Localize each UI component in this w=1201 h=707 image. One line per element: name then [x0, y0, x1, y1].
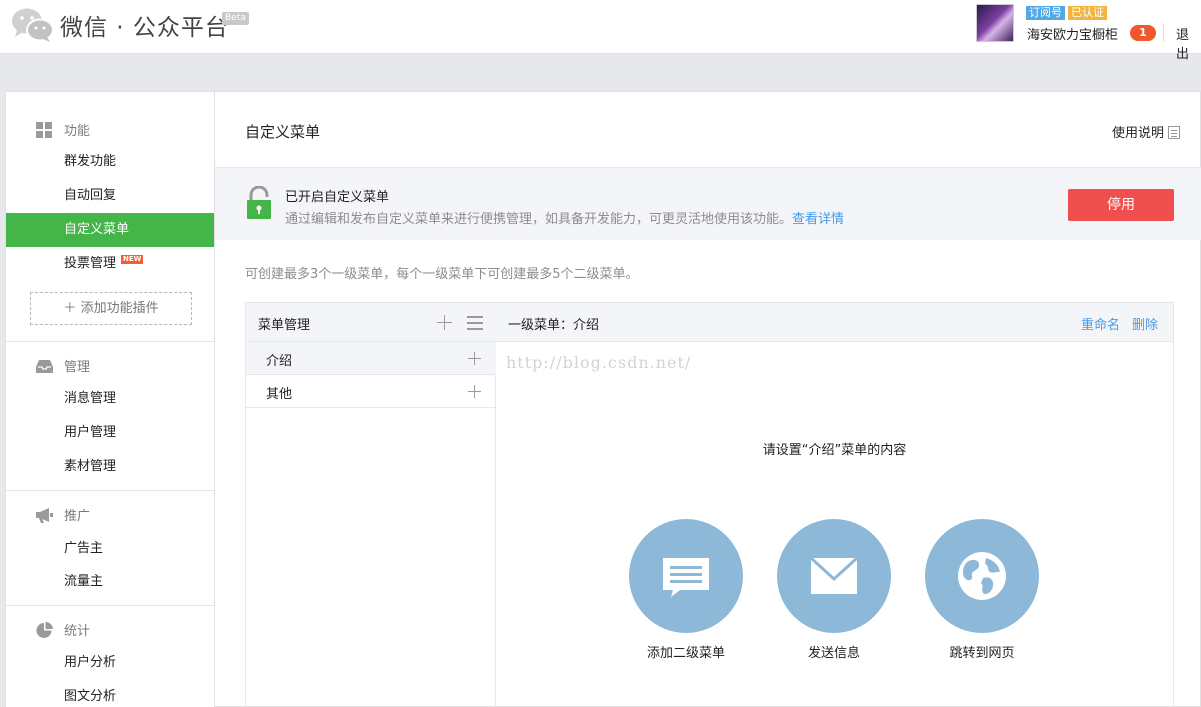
sidebar-item-article-analysis[interactable]: 图文分析	[6, 680, 214, 707]
sidebar-item-label: 群发功能	[64, 154, 117, 169]
view-details-link[interactable]: 查看详情	[792, 212, 844, 227]
sidebar-group-title: 统计	[64, 624, 91, 639]
sidebar-item-auto-reply[interactable]: 自动回复	[6, 179, 214, 213]
verified-tag: 已认证	[1068, 6, 1107, 20]
sidebar-group-title: 管理	[64, 360, 91, 375]
menu-tree-header: 菜单管理	[246, 303, 496, 342]
avatar[interactable]	[976, 4, 1014, 42]
menu-editor: 菜单管理 介绍 其他 一级菜单：介绍 重命名 删除 http://blog.cs…	[245, 302, 1174, 707]
sidebar-item-broadcast[interactable]: 群发功能	[6, 145, 214, 179]
inbox-icon	[36, 360, 53, 373]
beta-badge: Beta	[222, 12, 249, 25]
open-webpage-action[interactable]: 跳转到网页	[924, 519, 1040, 661]
watermark: http://blog.csdn.net/	[506, 353, 692, 372]
notice-description: 通过编辑和发布自定义菜单来进行便携管理，如具备开发能力，可更灵活地使用该功能。查…	[285, 208, 844, 227]
notification-badge[interactable]: 1	[1130, 25, 1156, 41]
pie-chart-icon	[36, 622, 53, 638]
logout-link[interactable]: 退出	[1176, 24, 1201, 62]
action-label: 添加二级菜单	[646, 646, 725, 661]
globe-icon	[958, 552, 1006, 600]
send-message-action[interactable]: 发送信息	[776, 519, 892, 661]
notice-title: 已开启自定义菜单	[285, 190, 390, 205]
page-title: 自定义菜单	[245, 123, 321, 141]
sidebar-item-label: 用户管理	[64, 425, 117, 440]
menu-detail-title: 一级菜单：介绍	[508, 318, 600, 333]
menu-content-prompt: 请设置“介绍”菜单的内容	[762, 443, 907, 458]
action-label: 发送信息	[807, 646, 860, 661]
add-plugin-button[interactable]: ＋ 添加功能插件	[30, 292, 192, 325]
rename-link[interactable]: 重命名	[1081, 314, 1120, 333]
add-submenu-icon[interactable]	[468, 385, 481, 398]
platform-title: 微信 · 公众平台	[60, 15, 229, 41]
menu-detail-header: 一级菜单：介绍 重命名 删除	[496, 303, 1173, 342]
menu-item-other[interactable]: 其他	[246, 375, 496, 408]
add-plugin-label: 添加功能插件	[80, 301, 159, 316]
menu-detail: 一级菜单：介绍 重命名 删除 http://blog.csdn.net/ 请设置…	[496, 303, 1173, 707]
add-submenu-action[interactable]: 添加二级菜单	[628, 519, 744, 661]
sort-menu-icon[interactable]	[467, 316, 483, 330]
sidebar-item-label: 用户分析	[64, 655, 117, 670]
sidebar-divider	[6, 605, 214, 606]
document-icon	[1168, 126, 1180, 139]
sidebar-item-messages[interactable]: 消息管理	[6, 382, 214, 416]
add-menu-icon[interactable]	[437, 315, 452, 330]
menu-item-label: 其他	[266, 387, 293, 402]
menu-tree: 菜单管理 介绍 其他	[246, 303, 496, 707]
account-name[interactable]: 海安欧力宝橱柜	[1027, 24, 1118, 43]
sidebar-item-advertiser[interactable]: 广告主	[6, 532, 214, 566]
content-area: 自定义菜单 使用说明 已开启自定义菜单 通过编辑和发布自定义菜单来进行便携管理，…	[215, 92, 1201, 707]
main-container: 功能 群发功能 自动回复 自定义菜单 投票管理 NEW ＋ 添加功能插件 管理 消…	[5, 91, 1201, 707]
sidebar-item-label: 自动回复	[64, 188, 117, 203]
sidebar-item-user-analysis[interactable]: 用户分析	[6, 646, 214, 680]
sidebar-item-users[interactable]: 用户管理	[6, 416, 214, 450]
submenu-icon	[663, 558, 709, 597]
sidebar: 功能 群发功能 自动回复 自定义菜单 投票管理 NEW ＋ 添加功能插件 管理 消…	[6, 92, 215, 707]
menu-tree-title: 菜单管理	[258, 318, 311, 333]
menu-status-notice: 已开启自定义菜单 通过编辑和发布自定义菜单来进行便携管理，如具备开发能力，可更灵…	[215, 167, 1201, 240]
header-divider	[1163, 24, 1164, 42]
grid-icon	[36, 122, 52, 138]
sidebar-divider	[6, 490, 214, 491]
subscription-tag: 订阅号	[1026, 6, 1065, 20]
unlock-icon	[247, 186, 271, 219]
megaphone-icon	[36, 508, 53, 523]
sidebar-item-label: 自定义菜单	[64, 222, 130, 237]
sidebar-item-publisher[interactable]: 流量主	[6, 565, 214, 599]
sidebar-group-title: 功能	[64, 124, 91, 139]
menu-item-label: 介绍	[266, 354, 293, 369]
new-badge: NEW	[121, 255, 144, 264]
top-header: 微信 · 公众平台 Beta 订阅号 已认证 海安欧力宝橱柜 1 退出	[0, 0, 1201, 62]
menu-item-intro[interactable]: 介绍	[246, 342, 496, 375]
sidebar-item-label: 素材管理	[64, 459, 117, 474]
wechat-logo-icon	[12, 8, 54, 42]
sidebar-item-label: 流量主	[64, 574, 104, 589]
sidebar-item-materials[interactable]: 素材管理	[6, 450, 214, 484]
help-label: 使用说明	[1111, 126, 1164, 141]
sidebar-item-label: 广告主	[64, 541, 104, 556]
notice-text: 通过编辑和发布自定义菜单来进行便携管理，如具备开发能力，可更灵活地使用该功能。	[285, 212, 793, 227]
sidebar-item-label: 投票管理	[64, 256, 117, 271]
envelope-icon	[809, 556, 859, 594]
sidebar-item-vote[interactable]: 投票管理 NEW	[6, 247, 214, 281]
disable-button[interactable]: 停用	[1068, 189, 1174, 221]
sidebar-item-label: 消息管理	[64, 391, 117, 406]
sidebar-item-custom-menu[interactable]: 自定义菜单	[6, 213, 214, 247]
sidebar-item-label: 图文分析	[64, 689, 117, 704]
help-link[interactable]: 使用说明	[1112, 122, 1180, 141]
sidebar-divider	[6, 341, 214, 342]
add-submenu-icon[interactable]	[468, 352, 481, 365]
menu-limit-hint: 可创建最多3个一级菜单，每个一级菜单下可创建最多5个二级菜单。	[245, 267, 639, 282]
sidebar-group-title: 推广	[64, 509, 91, 524]
action-label: 跳转到网页	[949, 646, 1015, 661]
delete-link[interactable]: 删除	[1132, 314, 1158, 333]
